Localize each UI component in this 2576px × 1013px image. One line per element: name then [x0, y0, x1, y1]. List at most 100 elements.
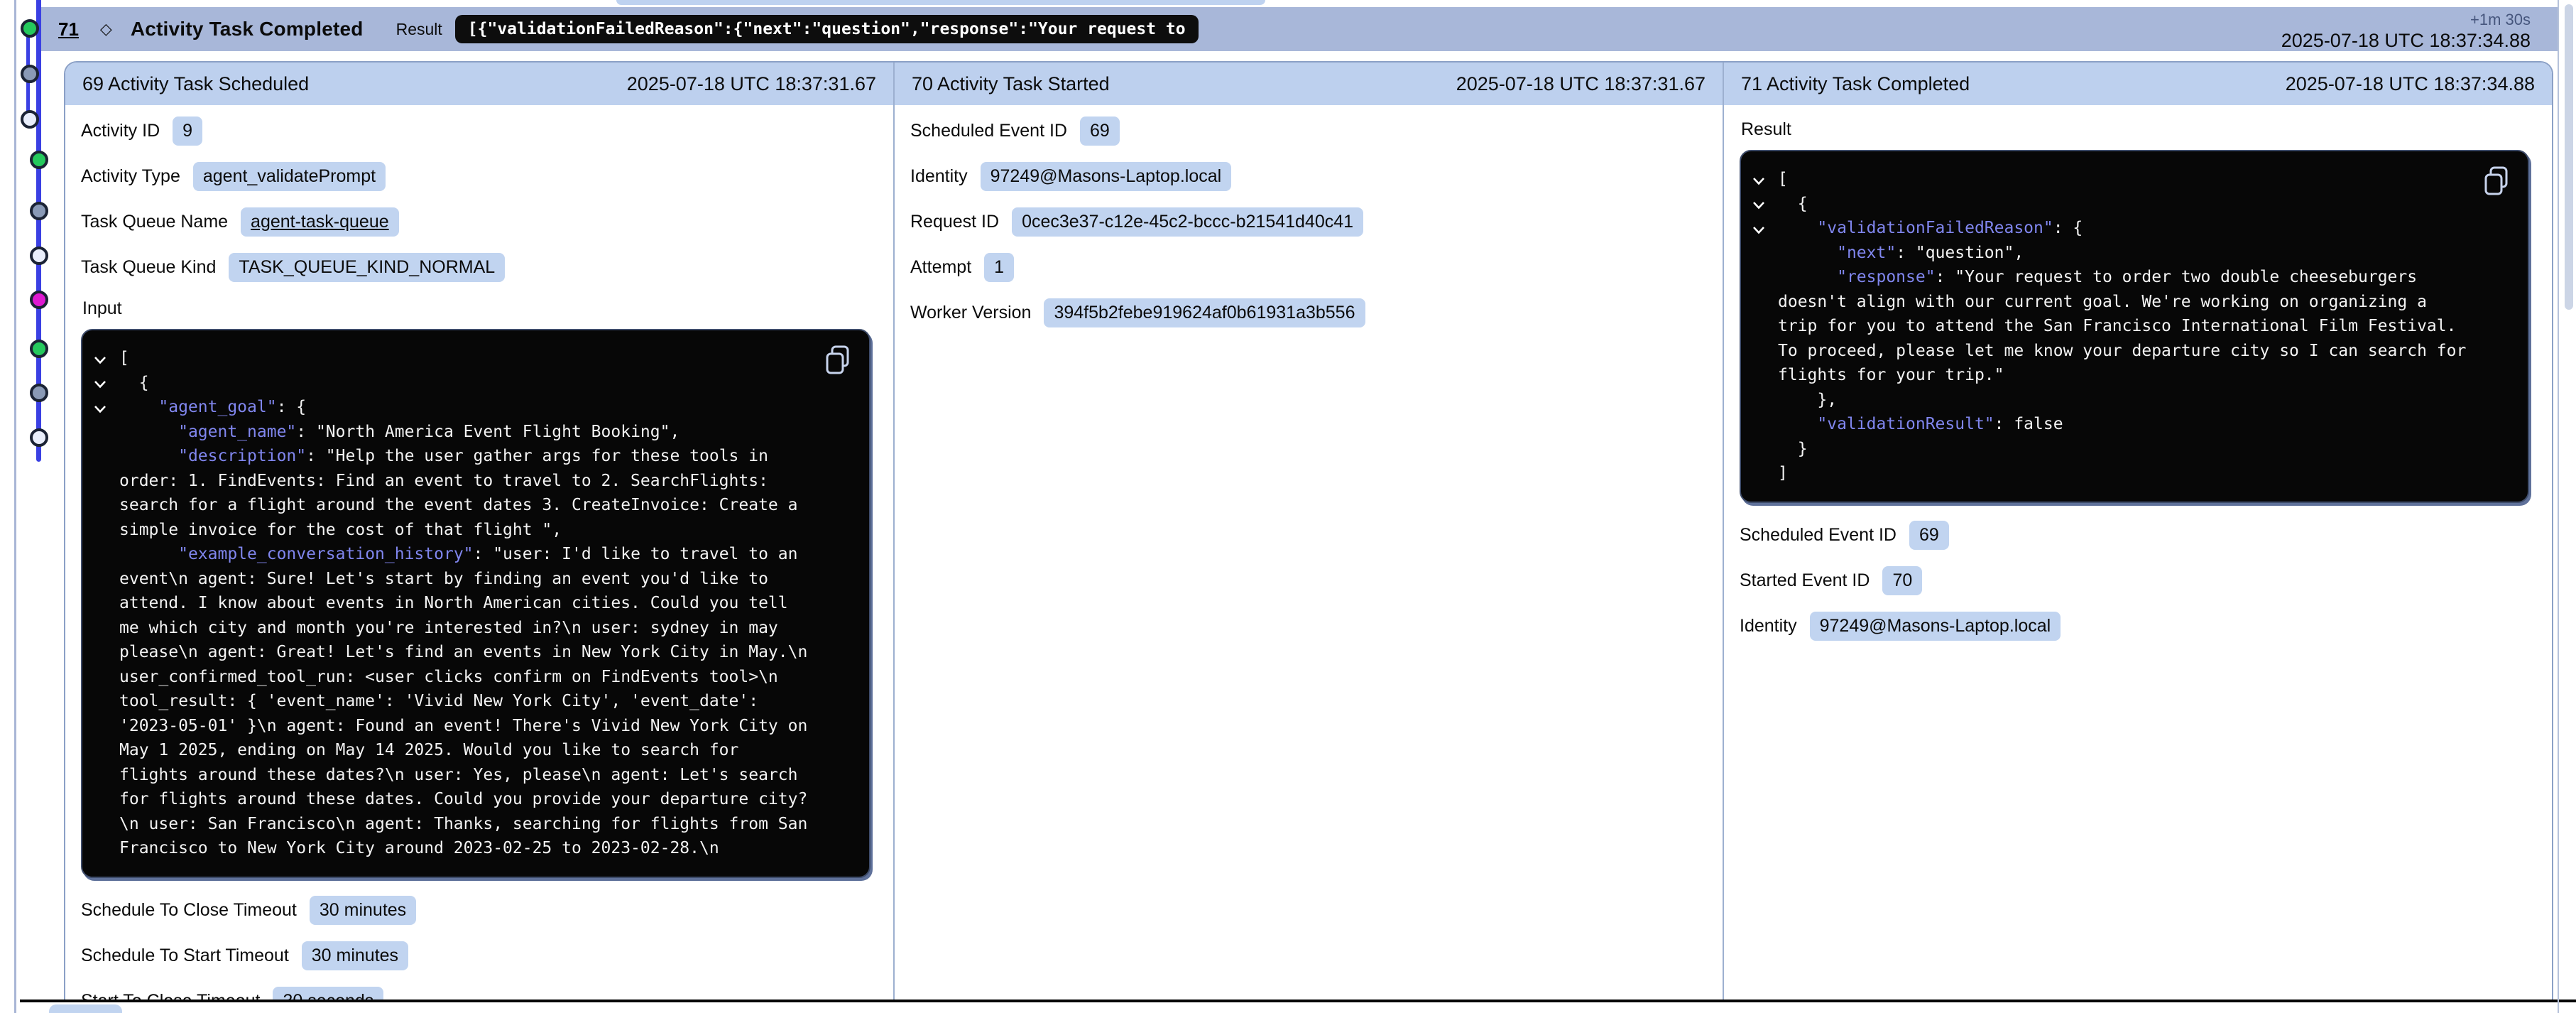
field-label: Identity — [1740, 616, 1797, 636]
timeline-dot-white[interactable] — [30, 428, 48, 447]
field-value-badge: 30 minutes — [302, 941, 408, 970]
field-value-badge: 30 minutes — [310, 896, 416, 925]
timeline-dot-green[interactable] — [21, 19, 39, 38]
temporal-event-history-page: { "accent_colors": { "row_bg": "#a8b7d9"… — [0, 0, 2576, 1013]
collapse-chevron-icon[interactable] — [1752, 226, 1765, 234]
field-label: Activity Type — [81, 166, 180, 187]
field-value-badge: 0cec3e37-c12e-45c2-bccc-b21541d40c41 — [1012, 207, 1363, 237]
field-value-badge: 394f5b2febe919624af0b61931a3b556 — [1044, 298, 1365, 327]
field-label: Task Queue Name — [81, 212, 228, 232]
field-value-badge: agent_validatePrompt — [193, 162, 386, 191]
field-label: Task Queue Kind — [81, 257, 216, 278]
field-label: Worker Version — [910, 303, 1031, 323]
timeline-dot-gray[interactable] — [30, 384, 48, 402]
panel-title: 71 Activity Task Completed — [1741, 73, 1970, 95]
field-label: Identity — [910, 166, 968, 187]
field-label: Attempt — [910, 257, 971, 278]
field-value-badge: TASK_QUEUE_KIND_NORMAL — [229, 253, 505, 282]
field-activity-type: Activity Type agent_validatePrompt — [81, 162, 880, 190]
timeline-guide-line — [14, 0, 16, 1013]
timeline-dot-green[interactable] — [30, 151, 48, 169]
panel-timestamp: 2025-07-18 UTC 18:37:31.67 — [627, 73, 876, 95]
task-queue-link[interactable]: agent-task-queue — [241, 207, 399, 237]
timeline-dot-white[interactable] — [21, 110, 39, 129]
field-label: Schedule To Start Timeout — [81, 946, 289, 966]
collapse-chevron-icon[interactable] — [94, 380, 107, 389]
collapse-chevron-icon[interactable] — [1752, 177, 1765, 185]
field-value-badge: 69 — [1080, 117, 1120, 146]
panel-body-completed: Result [ { "validationFailedReason": { "… — [1724, 105, 2552, 1000]
result-json: [ { "validationFailedReason": { "next": … — [1778, 167, 2506, 486]
scrollbar-thumb[interactable] — [2565, 4, 2573, 310]
result-code-label: Result — [1741, 119, 2539, 140]
copy-icon[interactable] — [824, 345, 852, 376]
panel-activity-task-scheduled: 69 Activity Task Scheduled 2025-07-18 UT… — [65, 63, 893, 1000]
field-label: Start To Close Timeout — [81, 991, 260, 1000]
field-value-badge: 97249@Masons-Laptop.local — [1810, 612, 2061, 641]
content-right-border — [2558, 0, 2559, 1013]
field-task-queue-name: Task Queue Name agent-task-queue — [81, 207, 880, 236]
field-activity-id: Activity ID 9 — [81, 117, 880, 145]
field-scheduled-event-id: Scheduled Event ID 69 — [1740, 521, 2539, 550]
collapse-chevron-icon[interactable] — [1752, 201, 1765, 210]
field-value-badge: 69 — [1909, 521, 1949, 550]
panel-body-scheduled: Activity ID 9 Activity Type agent_valida… — [65, 105, 893, 1000]
field-attempt: Attempt 1 — [910, 253, 1710, 281]
panel-activity-task-started: 70 Activity Task Started 2025-07-18 UTC … — [893, 63, 1723, 1000]
field-request-id: Request ID 0cec3e37-c12e-45c2-bccc-b2154… — [910, 207, 1710, 236]
elapsed-time: +1m 30s — [2281, 11, 2531, 28]
next-row-badge-fragment — [49, 1004, 122, 1013]
panel-header-scheduled: 69 Activity Task Scheduled 2025-07-18 UT… — [65, 63, 893, 105]
input-code-label: Input — [82, 298, 880, 319]
result-label: Result — [396, 20, 442, 39]
panel-title: 70 Activity Task Started — [912, 73, 1110, 95]
field-value-badge: 1 — [984, 253, 1014, 282]
timeline-dot-gray[interactable] — [30, 202, 48, 220]
timeline-dot-white[interactable] — [30, 247, 48, 265]
field-label: Request ID — [910, 212, 999, 232]
event-timestamp: 2025-07-18 UTC 18:37:34.88 — [2281, 31, 2531, 52]
field-label: Scheduled Event ID — [910, 121, 1067, 141]
result-preview-pill[interactable]: [{"validationFailedReason":{"next":"ques… — [455, 15, 1199, 43]
field-schedule-to-close-timeout: Schedule To Close Timeout 30 minutes — [81, 896, 880, 925]
input-code-block: [ { "agent_goal": { "agent_name": "North… — [81, 329, 871, 878]
field-scheduled-event-id: Scheduled Event ID 69 — [910, 117, 1710, 145]
field-worker-version: Worker Version 394f5b2febe919624af0b6193… — [910, 298, 1710, 327]
field-start-to-close-timeout: Start To Close Timeout 30 seconds — [81, 987, 880, 1000]
result-code-block: [ { "validationFailedReason": { "next": … — [1740, 150, 2529, 503]
event-id-link[interactable]: 71 — [58, 18, 79, 40]
field-value-badge: 9 — [173, 117, 202, 146]
event-row-time: +1m 30s 2025-07-18 UTC 18:37:34.88 — [2281, 11, 2531, 52]
event-group-detail-card: 69 Activity Task Scheduled 2025-07-18 UT… — [64, 61, 2553, 1000]
field-value-badge: 97249@Masons-Laptop.local — [981, 162, 1232, 191]
previous-row-fragment — [616, 0, 1265, 5]
diamond-icon: ◇ — [100, 20, 112, 38]
panel-body-started: Scheduled Event ID 69 Identity 97249@Mas… — [895, 105, 1723, 1000]
event-row-71-selected[interactable]: 71 ◇ Activity Task Completed Result [{"v… — [41, 7, 2558, 51]
field-task-queue-kind: Task Queue Kind TASK_QUEUE_KIND_NORMAL — [81, 253, 880, 281]
timeline-dot-gray[interactable] — [21, 65, 39, 83]
field-started-event-id: Started Event ID 70 — [1740, 567, 2539, 595]
field-label: Activity ID — [81, 121, 160, 141]
panel-timestamp: 2025-07-18 UTC 18:37:34.88 — [2286, 73, 2535, 95]
field-value-badge: 30 seconds — [273, 987, 383, 1000]
event-row-title: Activity Task Completed — [131, 18, 364, 40]
copy-icon[interactable] — [2482, 166, 2511, 197]
field-value-badge: 70 — [1882, 566, 1922, 595]
field-label: Scheduled Event ID — [1740, 525, 1896, 546]
field-schedule-to-start-timeout: Schedule To Start Timeout 30 minutes — [81, 942, 880, 970]
field-label: Schedule To Close Timeout — [81, 900, 297, 921]
timeline-dot-green[interactable] — [30, 340, 48, 358]
field-identity: Identity 97249@Masons-Laptop.local — [1740, 612, 2539, 641]
panel-header-started: 70 Activity Task Started 2025-07-18 UTC … — [895, 63, 1723, 105]
panel-title: 69 Activity Task Scheduled — [82, 73, 309, 95]
panel-timestamp: 2025-07-18 UTC 18:37:31.67 — [1456, 73, 1705, 95]
collapse-chevron-icon[interactable] — [94, 405, 107, 413]
row-divider-line — [20, 1000, 2576, 1002]
panel-activity-task-completed: 71 Activity Task Completed 2025-07-18 UT… — [1723, 63, 2552, 1000]
timeline-dot-magenta[interactable] — [30, 291, 48, 309]
collapse-chevron-icon[interactable] — [94, 356, 107, 364]
input-json: [ { "agent_goal": { "agent_name": "North… — [119, 346, 848, 861]
panel-header-completed: 71 Activity Task Completed 2025-07-18 UT… — [1724, 63, 2552, 105]
field-identity: Identity 97249@Masons-Laptop.local — [910, 162, 1710, 190]
